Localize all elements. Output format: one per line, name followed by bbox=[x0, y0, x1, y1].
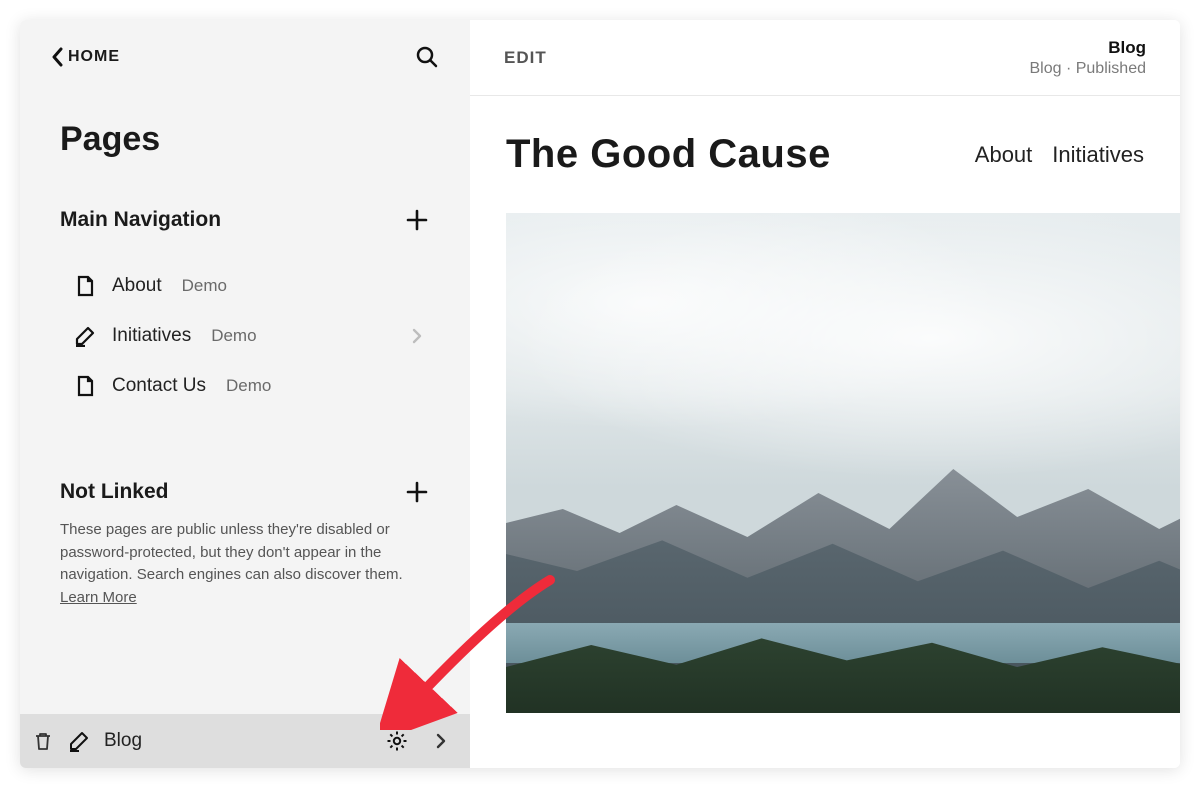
nav-item-label: Contact Us bbox=[112, 375, 206, 397]
preview-pane: EDIT Blog Blog · Published The Good Caus… bbox=[470, 20, 1180, 768]
chevron-right-icon[interactable] bbox=[430, 730, 452, 752]
add-not-linked-button[interactable] bbox=[404, 479, 430, 505]
page-status-subtitle: Blog · Published bbox=[1029, 60, 1146, 78]
nav-item-contact-us[interactable]: Contact Us Demo bbox=[60, 361, 430, 411]
nav-item-initiatives[interactable]: Initiatives Demo bbox=[60, 311, 430, 361]
main-navigation-section: Main Navigation About Demo bbox=[20, 179, 470, 411]
preview-toolbar: EDIT Blog Blog · Published bbox=[470, 20, 1180, 96]
add-main-nav-button[interactable] bbox=[404, 207, 430, 233]
page-icon bbox=[74, 375, 96, 397]
nav-item-label: About bbox=[112, 275, 162, 297]
nav-item-tag: Demo bbox=[211, 326, 256, 346]
plus-icon bbox=[406, 481, 428, 503]
site-nav-link-initiatives[interactable]: Initiatives bbox=[1052, 142, 1144, 168]
main-navigation-title: Main Navigation bbox=[60, 208, 221, 232]
learn-more-link[interactable]: Learn More bbox=[60, 589, 137, 606]
not-linked-title: Not Linked bbox=[60, 480, 169, 504]
edit-button[interactable]: EDIT bbox=[504, 48, 547, 68]
site-nav: About Initiatives bbox=[975, 142, 1144, 168]
search-icon bbox=[415, 45, 439, 69]
page-status: Blog Blog · Published bbox=[1029, 38, 1146, 78]
selected-item-label: Blog bbox=[104, 730, 142, 752]
trash-icon[interactable] bbox=[32, 730, 54, 752]
not-linked-description-text: These pages are public unless they're di… bbox=[60, 521, 403, 583]
chevron-left-icon bbox=[50, 46, 64, 68]
sidebar: HOME Pages Main Navigation bbox=[20, 20, 470, 768]
page-icon bbox=[74, 275, 96, 297]
site-header: The Good Cause About Initiatives bbox=[470, 96, 1180, 213]
nav-item-about[interactable]: About Demo bbox=[60, 261, 430, 311]
not-linked-description: These pages are public unless they're di… bbox=[60, 519, 430, 609]
not-linked-section: Not Linked These pages are public unless… bbox=[20, 451, 470, 609]
nav-item-tag: Demo bbox=[182, 276, 227, 296]
not-linked-item-blog[interactable]: Blog bbox=[20, 714, 470, 768]
plus-icon bbox=[406, 209, 428, 231]
pen-icon bbox=[74, 325, 96, 347]
nav-item-tag: Demo bbox=[226, 376, 271, 396]
home-button[interactable]: HOME bbox=[50, 46, 120, 68]
pen-icon[interactable] bbox=[68, 730, 90, 752]
site-nav-link-about[interactable]: About bbox=[975, 142, 1033, 168]
chevron-right-icon bbox=[412, 328, 422, 344]
home-label: HOME bbox=[68, 48, 120, 66]
nav-item-label: Initiatives bbox=[112, 325, 191, 347]
main-navigation-list: About Demo Initiatives Demo bbox=[60, 261, 430, 411]
search-button[interactable] bbox=[414, 44, 440, 70]
site-title: The Good Cause bbox=[506, 132, 831, 177]
page-status-title: Blog bbox=[1029, 38, 1146, 58]
pages-title: Pages bbox=[20, 70, 470, 179]
settings-gear-icon[interactable] bbox=[386, 730, 408, 752]
hero-image bbox=[506, 213, 1180, 713]
